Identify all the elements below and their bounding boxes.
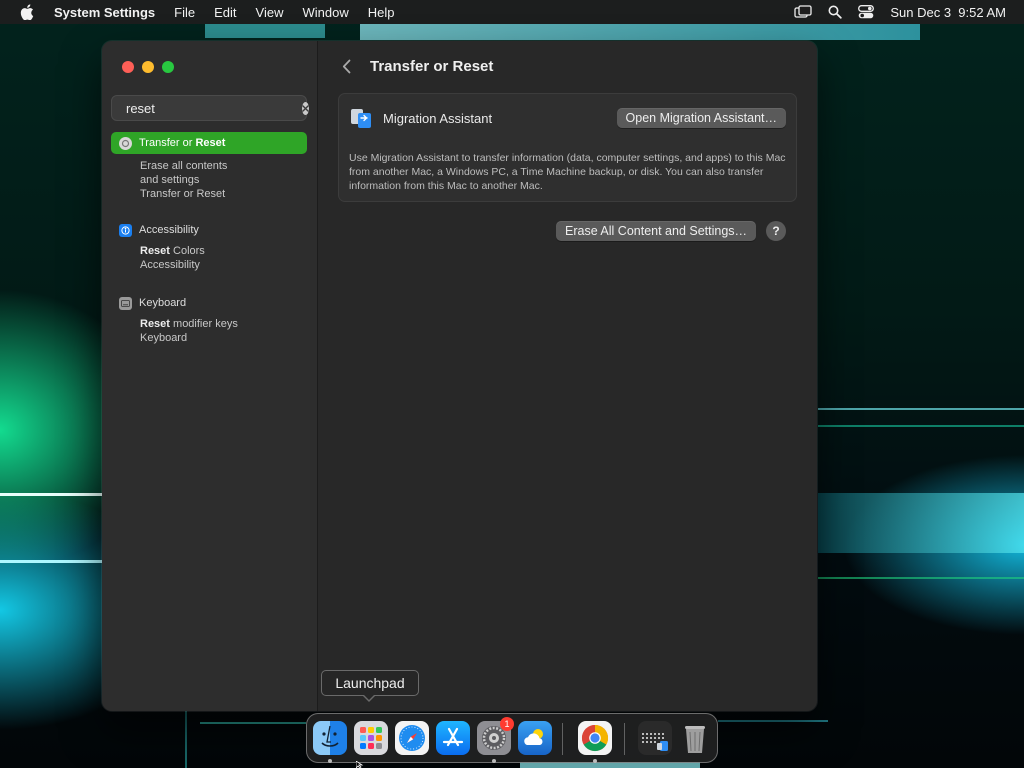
search-field[interactable] [111,95,309,121]
sidebar-item-transfer-or-reset[interactable]: Transfer or Reset [111,132,307,154]
system-settings-window: Transfer or Reset Erase all contents and… [102,41,817,711]
search-result-accessibility: Accessibility Reset Colors Accessibility [111,219,307,272]
page-title: Transfer or Reset [370,57,494,75]
launchpad-icon[interactable] [354,721,388,755]
sub-result-line: Reset Colors [140,244,307,258]
safari-icon[interactable] [395,721,429,755]
erase-row: Erase All Content and Settings… ? [556,221,787,241]
finder-icon[interactable] [313,721,347,755]
migration-assistant-dock-icon[interactable] [638,721,672,755]
label-text: Transfer or [139,137,196,149]
trash-icon[interactable] [678,721,712,755]
erase-all-content-button[interactable]: Erase All Content and Settings… [556,221,757,241]
sub-result-line: and settings [140,174,200,186]
search-input[interactable] [126,97,302,119]
sub-result-line: Erase all contents [140,160,228,172]
sub-result-reset-modifier-keys[interactable]: Reset modifier keys Keyboard [111,317,307,345]
sub-result-line: Accessibility [140,259,200,271]
sidebar-item-accessibility[interactable]: Accessibility [111,219,307,241]
weather-icon[interactable] [518,721,552,755]
label-highlight: Reset [195,137,226,149]
migration-assistant-icon [351,109,371,128]
finder-running-indicator [328,759,332,763]
sub-result-reset-colors[interactable]: Reset Colors Accessibility [111,244,307,272]
sub-result-erase-all[interactable]: Erase all contents and settings Transfer… [111,159,307,201]
system-settings-icon[interactable]: 1 [477,717,514,755]
sub-result-line: Keyboard [140,332,188,344]
system-settings-running-indicator [492,759,496,763]
menu-edit[interactable]: Edit [214,5,236,20]
screen-mirroring-icon[interactable] [794,5,813,19]
menu-app-name[interactable]: System Settings [54,5,155,20]
sidebar-item-label: Keyboard [139,297,187,309]
sub-result-line: Reset modifier keys [140,317,307,331]
minimize-window-button[interactable] [142,61,154,73]
search-result-keyboard: Keyboard Reset modifier keys Keyboard [111,292,307,345]
mouse-cursor-icon [356,761,364,768]
close-window-button[interactable] [122,61,134,73]
page-header: Transfer or Reset [338,57,493,75]
search-result-transfer-or-reset: Transfer or Reset Erase all contents and… [111,132,307,201]
sub-result-line: Transfer or Reset [140,188,226,200]
zoom-window-button[interactable] [162,61,174,73]
apple-menu-icon[interactable] [20,4,34,20]
menubar-clock[interactable]: Sun Dec 3 9:52 AM [890,5,1006,20]
menu-bar: System Settings File Edit View Window He… [0,0,1024,24]
accessibility-icon [119,223,132,237]
label-text: modifier keys [169,318,238,330]
migration-assistant-description: Use Migration Assistant to transfer info… [349,152,786,192]
sidebar-item-label: Accessibility [139,224,199,236]
label-highlight: Reset [140,245,170,257]
dock-separator [562,723,563,755]
menu-view[interactable]: View [256,5,284,20]
chevron-left-icon [342,59,350,73]
label-text: Colors [169,245,205,257]
migration-assistant-card: Migration Assistant Open Migration Assis… [338,93,797,202]
dock-tooltip: Launchpad [321,670,419,696]
main-pane: Transfer or Reset Migration Assistant Op… [318,41,817,711]
label-highlight: Reset [140,318,170,330]
menu-help[interactable]: Help [368,5,395,20]
open-migration-assistant-button[interactable]: Open Migration Assistant… [616,108,786,128]
notification-badge: 1 [500,717,514,731]
clear-search-icon[interactable] [302,101,309,115]
keyboard-icon [119,296,132,310]
menu-file[interactable]: File [174,5,195,20]
menu-window[interactable]: Window [302,5,348,20]
control-center-icon[interactable] [858,5,875,19]
spotlight-search-icon[interactable] [828,5,843,19]
chrome-icon[interactable] [578,721,612,755]
transfer-reset-icon [119,136,132,150]
sidebar-item-keyboard[interactable]: Keyboard [111,292,307,314]
dock-separator [624,723,625,755]
tooltip-pointer-fill [363,694,375,700]
dock: 1 [306,713,718,763]
sidebar-item-label: Transfer or Reset [139,137,225,149]
back-button[interactable] [338,57,354,75]
chrome-running-indicator [593,759,597,763]
help-button[interactable]: ? [766,221,787,241]
window-controls [122,61,174,73]
sidebar: Transfer or Reset Erase all contents and… [102,41,318,711]
migration-assistant-label: Migration Assistant [383,110,493,126]
app-store-icon[interactable] [436,721,470,755]
